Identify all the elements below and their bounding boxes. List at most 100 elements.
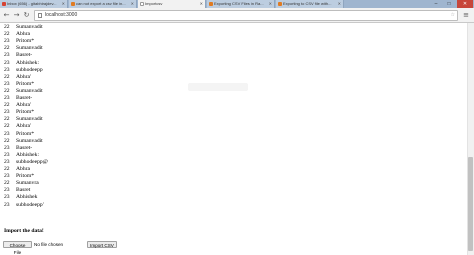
list-item: 23 subhodeepp — [4, 67, 43, 74]
list-item: 22 Sumanvadit — [4, 24, 43, 31]
list-item: 23 Pritom* — [4, 81, 34, 88]
no-file-chosen-label: No file chosen — [34, 242, 64, 247]
name-value: Basret — [16, 187, 31, 194]
age-value: 23 — [4, 130, 10, 137]
tab-close-icon[interactable]: ✕ — [62, 0, 65, 8]
scrollbar-thumb[interactable] — [468, 157, 473, 251]
faded-watermark — [188, 83, 248, 91]
browser-toolbar: ← → ↻ localhost:3000 ☆ ≡ — [0, 8, 474, 23]
age-value: 23 — [4, 52, 10, 59]
name-value: Abhra — [16, 31, 30, 38]
tab-label: Exporting to CSV file with... — [283, 1, 332, 6]
tab-label: can not export a csv file in... — [76, 1, 126, 6]
import-csv-button[interactable]: Import CSV — [87, 241, 117, 248]
age-value: 22 — [4, 123, 10, 130]
back-arrow-icon[interactable]: ← — [2, 10, 11, 20]
name-value: Sumanvadit — [16, 116, 43, 123]
name-value: Pritom* — [16, 173, 35, 180]
age-value: 22 — [4, 180, 10, 187]
name-value: Sumanvadit — [16, 137, 43, 144]
tab-label: Inbox (656) - gitabhirajdev... — [7, 1, 57, 6]
list-item: 22 Abhra' — [4, 74, 31, 81]
list-item: 23 Pritom* — [4, 109, 34, 116]
close-window-button[interactable]: ✕ — [457, 0, 473, 8]
list-item: 22 Sumanvra — [4, 180, 39, 187]
age-value: 23 — [4, 59, 10, 66]
address-bar[interactable]: localhost:3000 ☆ — [34, 10, 458, 21]
reload-icon[interactable]: ↻ — [22, 10, 31, 20]
age-value: 23 — [4, 66, 10, 73]
tab-label: Importcsv — [145, 1, 163, 6]
page-icon — [140, 2, 144, 6]
name-value: Basret- — [16, 52, 33, 59]
name-value: Basret- — [16, 95, 33, 101]
age-value: 22 — [4, 73, 10, 80]
minimize-button[interactable]: – — [430, 0, 442, 8]
page-content: 22 Sumanvadit 22 Abhra 23 Pritom* 22 Sumanvadit… — [0, 23, 467, 255]
name-value: Pritom* — [16, 109, 35, 116]
list-item: 23 subhodeepp@ — [4, 159, 48, 166]
age-value: 22 — [4, 24, 10, 30]
name-value: Abhra' — [16, 123, 31, 130]
tab-close-icon[interactable]: ✕ — [131, 0, 134, 8]
maximize-button[interactable]: □ — [443, 0, 455, 8]
age-value: 22 — [4, 116, 10, 123]
name-value: subhodeepp@ — [16, 158, 48, 165]
tab-label: Exporting CSV Files in Ra... — [214, 1, 264, 6]
tab-exporting-csv-rails[interactable]: Exporting CSV Files in Ra... ✕ — [207, 0, 275, 8]
name-value: Sumanvadit — [16, 24, 43, 30]
import-heading: Import the data! — [4, 228, 44, 234]
list-item: 23 Abhishek: — [4, 152, 39, 159]
list-item: 22 Sumanvadit — [4, 138, 43, 145]
list-item: 23 Abhishek — [4, 194, 37, 201]
list-item: 22 Abhra — [4, 31, 30, 38]
stackoverflow-icon — [209, 2, 213, 6]
name-value: Abhishek — [16, 194, 38, 201]
age-value: 22 — [4, 166, 10, 172]
age-value: 23 — [4, 187, 10, 194]
age-value: 23 — [4, 95, 10, 101]
stackoverflow-icon — [278, 2, 282, 6]
list-item: 22 Abhra' — [4, 102, 31, 109]
name-value: Abhishek: — [16, 151, 39, 158]
age-value: 22 — [4, 137, 10, 144]
star-icon[interactable]: ☆ — [451, 11, 455, 20]
age-value: 23 — [4, 109, 10, 116]
list-item: 23 Pritom* — [4, 38, 34, 45]
list-item: 22 Sumanvadit — [4, 88, 43, 95]
list-item: 22 Abhra — [4, 166, 30, 173]
list-item: 22 Sumanvadit — [4, 116, 43, 123]
tab-close-icon[interactable]: ✕ — [338, 0, 341, 8]
address-url: localhost:3000 — [45, 12, 78, 18]
name-value: Abhra — [16, 166, 30, 172]
age-value: 23 — [4, 151, 10, 158]
choose-file-button[interactable]: Choose File — [3, 241, 32, 255]
age-value: 22 — [4, 102, 10, 109]
tab-importcsv[interactable]: Importcsv ✕ — [138, 0, 206, 8]
age-value: 23 — [4, 144, 10, 151]
age-value: 23 — [4, 158, 10, 165]
menu-icon[interactable]: ≡ — [462, 11, 470, 19]
tab-stackoverflow[interactable]: can not export a csv file in... ✕ — [69, 0, 137, 8]
age-value: 23 — [4, 173, 10, 180]
name-value: Pritom* — [16, 38, 35, 45]
name-value: Abhishek: — [16, 59, 39, 66]
list-item: 23 Basret — [4, 187, 30, 194]
list-item: 23 Basret- — [4, 52, 32, 59]
name-value: Pritom* — [16, 80, 35, 87]
tab-exporting-csv-file[interactable]: Exporting to CSV file with... ✕ — [276, 0, 344, 8]
tab-close-icon[interactable]: ✕ — [269, 0, 272, 8]
name-value: Sumanvra — [16, 180, 39, 187]
tab-close-icon[interactable]: ✕ — [200, 0, 203, 8]
list-item: 23 Abhishek: — [4, 60, 39, 67]
tab-inbox[interactable]: Inbox (656) - gitabhirajdev... ✕ — [0, 0, 68, 8]
name-value: Abhra' — [16, 102, 31, 109]
name-value: Sumanvadit — [16, 87, 43, 94]
list-item: 23 Basret- — [4, 95, 32, 102]
forward-arrow-icon[interactable]: → — [12, 10, 21, 20]
gmail-icon — [2, 2, 6, 6]
list-item: 23 Pritom* — [4, 173, 34, 180]
stackoverflow-icon — [71, 2, 75, 6]
age-value: 23 — [4, 201, 10, 208]
list-item: 22 Sumanvadit — [4, 45, 43, 52]
